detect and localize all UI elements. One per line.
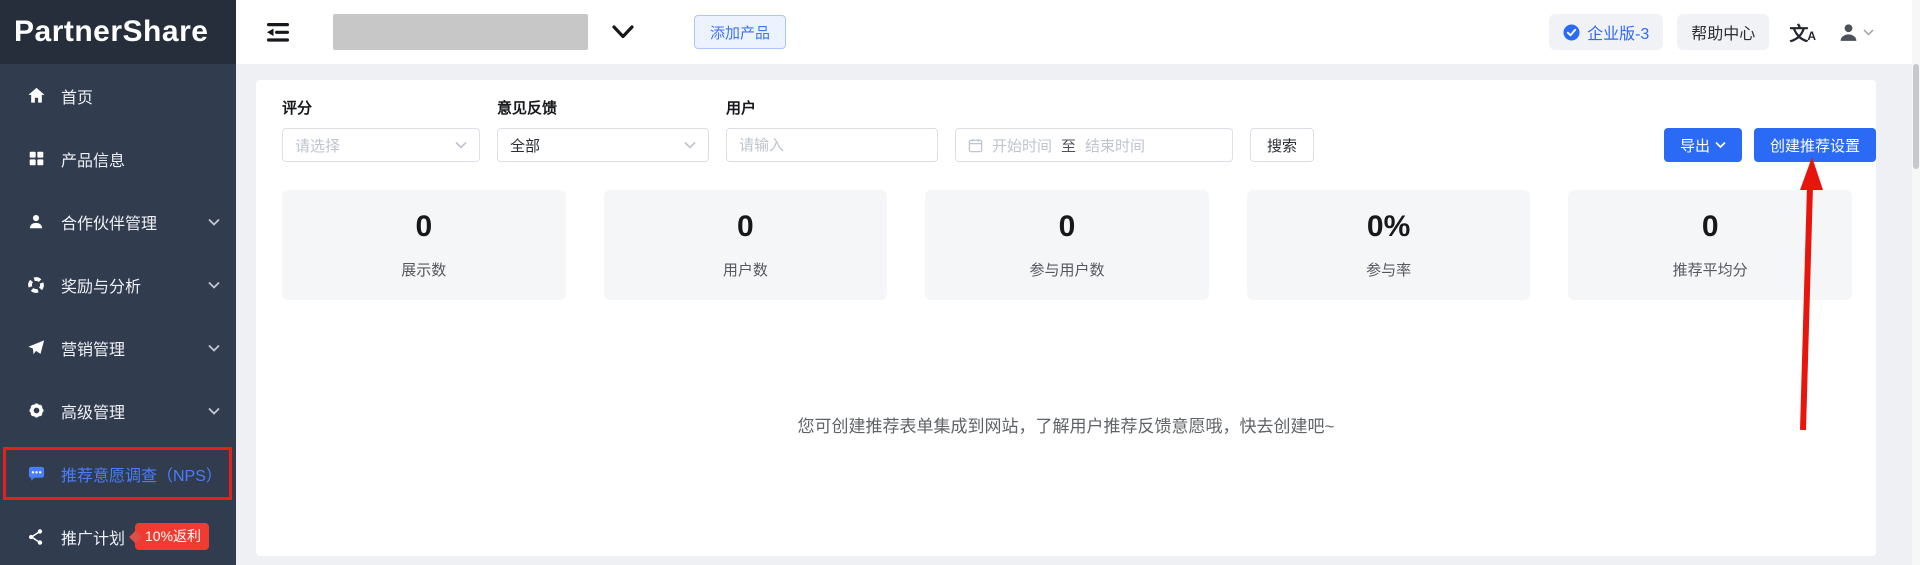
sidebar-item-label: 产品信息	[61, 152, 126, 170]
stat-value: 0	[1058, 210, 1076, 243]
chevron-down-icon	[455, 141, 467, 149]
sidebar-item-advanced[interactable]: 高级管理	[0, 379, 236, 442]
stat-label: 参与率	[1366, 262, 1412, 279]
page-scrollbar[interactable]	[1912, 0, 1920, 565]
user-avatar-icon	[1838, 22, 1859, 43]
feedback-label: 意见反馈	[497, 100, 558, 117]
stat-card-participants: 0 参与用户数	[925, 190, 1209, 300]
advanced-gear-icon	[26, 401, 46, 421]
sidebar-item-nps-survey[interactable]: 推荐意愿调查（NPS）	[0, 442, 236, 505]
products-grid-icon	[26, 149, 46, 169]
product-chevron-down-icon[interactable]	[612, 25, 634, 39]
chevron-down-icon	[208, 402, 220, 420]
chevron-down-icon	[208, 213, 220, 231]
sidebar-item-label: 推广计划	[61, 530, 126, 548]
stat-label: 参与用户数	[1029, 262, 1105, 279]
chevron-down-icon	[208, 339, 220, 357]
partners-user-icon	[26, 212, 46, 232]
topbar: 添加产品 企业版-3 帮助中心 文A	[236, 0, 1912, 64]
plan-badge[interactable]: 企业版-3	[1549, 14, 1664, 50]
sidebar-item-marketing[interactable]: 营销管理	[0, 316, 236, 379]
content-card: 评分 请选择 意见反馈 全部 用户 请输入 开始时间 至 结束时间 搜索 导出 …	[256, 80, 1876, 556]
empty-state-message: 您可创建推荐表单集成到网站，了解用户推荐反馈意愿哦，快去创建吧~	[797, 417, 1335, 436]
user-label: 用户	[726, 100, 757, 117]
user-input[interactable]	[739, 136, 925, 154]
feedback-select[interactable]: 全部	[497, 128, 709, 162]
sidebar-item-label: 高级管理	[61, 404, 126, 422]
sidebar-item-label: 营销管理	[61, 341, 126, 359]
home-icon	[26, 86, 46, 106]
filter-row: 评分 请选择 意见反馈 全部 用户 请输入 开始时间 至 结束时间 搜索 导出 …	[256, 80, 1876, 162]
collapse-menu-icon[interactable]	[266, 22, 291, 43]
product-name-redacted[interactable]	[333, 14, 588, 50]
help-center-label: 帮助中心	[1691, 26, 1756, 43]
sidebar-item-partners[interactable]: 合作伙伴管理	[0, 190, 236, 253]
brand-logo[interactable]: PartnerShare	[0, 0, 236, 64]
stat-value: 0	[1701, 210, 1719, 243]
rating-select[interactable]: 请选择	[282, 128, 480, 162]
marketing-send-icon	[26, 338, 46, 358]
promotion-share-icon	[26, 527, 46, 547]
export-button[interactable]: 导出	[1663, 128, 1742, 162]
user-avatar-menu[interactable]	[1838, 22, 1874, 43]
chevron-down-icon	[1715, 141, 1726, 149]
sidebar-item-label: 合作伙伴管理	[61, 215, 158, 233]
stat-card-impressions: 0 展示数	[282, 190, 566, 300]
check-circle-icon	[1563, 24, 1580, 41]
feedback-value: 全部	[510, 137, 541, 155]
rating-placeholder: 请选择	[295, 137, 341, 155]
stat-card-participation-rate: 0% 参与率	[1246, 190, 1531, 300]
sidebar-item-label: 首页	[61, 89, 94, 107]
help-center-button[interactable]: 帮助中心	[1677, 14, 1770, 50]
app-window: PartnerShare 首页 产品信息 合作伙伴管理 奖励与分析 营销管理 高…	[0, 0, 1920, 565]
rating-label: 评分	[282, 100, 313, 117]
add-product-button[interactable]: 添加产品	[694, 15, 787, 49]
chevron-down-icon	[1863, 28, 1874, 36]
rewards-lifebuoy-icon	[26, 275, 46, 295]
sidebar-item-rewards[interactable]: 奖励与分析	[0, 253, 236, 316]
stat-card-average-score: 0 推荐平均分	[1568, 190, 1852, 300]
topbar-right: 企业版-3 帮助中心 文A	[1549, 14, 1874, 50]
date-range-picker[interactable]: 开始时间 至 结束时间	[955, 128, 1233, 162]
chevron-down-icon	[684, 141, 696, 149]
stat-label: 用户数	[722, 262, 768, 279]
filter-feedback: 意见反馈 全部	[497, 97, 709, 162]
sidebar: PartnerShare 首页 产品信息 合作伙伴管理 奖励与分析 营销管理 高…	[0, 0, 236, 565]
rebate-badge: 10%返利	[135, 523, 210, 550]
filter-user: 用户	[726, 97, 938, 162]
sidebar-nav: 首页 产品信息 合作伙伴管理 奖励与分析 营销管理 高级管理 推荐意愿调查（NP…	[0, 64, 236, 565]
stat-value: 0	[737, 210, 754, 243]
user-input-wrap	[726, 128, 938, 162]
search-button[interactable]: 搜索	[1250, 128, 1314, 162]
stat-value: 0%	[1366, 210, 1411, 243]
calendar-icon	[968, 138, 983, 153]
scrollbar-thumb[interactable]	[1913, 64, 1919, 169]
stat-value: 0	[415, 210, 433, 243]
stat-card-users: 0 用户数	[603, 190, 888, 300]
action-buttons: 导出 创建推荐设置	[1663, 128, 1876, 162]
stat-label: 推荐平均分	[1672, 262, 1748, 279]
date-end-placeholder: 结束时间	[1085, 137, 1146, 155]
chevron-down-icon	[208, 276, 220, 294]
sidebar-item-label: 奖励与分析	[61, 278, 142, 296]
stats-row: 0 展示数 0 用户数 0 参与用户数 0% 参与率 0 推荐平均分	[256, 190, 1876, 300]
sidebar-item-promotion[interactable]: 推广计划 10%返利	[0, 505, 236, 565]
export-label: 导出	[1679, 137, 1710, 155]
sidebar-item-home[interactable]: 首页	[0, 64, 236, 127]
translate-icon[interactable]: 文A	[1789, 19, 1816, 46]
date-start-placeholder: 开始时间	[992, 137, 1053, 155]
date-separator: 至	[1061, 137, 1077, 155]
create-recommendation-button[interactable]: 创建推荐设置	[1753, 128, 1876, 162]
stat-label: 展示数	[401, 262, 447, 279]
sidebar-item-label: 推荐意愿调查（NPS）	[61, 467, 222, 485]
create-label: 创建推荐设置	[1769, 137, 1860, 155]
filter-rating: 评分 请选择	[282, 97, 480, 162]
sidebar-item-products[interactable]: 产品信息	[0, 127, 236, 190]
nps-chat-icon	[26, 464, 46, 484]
plan-badge-label: 企业版-3	[1587, 26, 1650, 43]
